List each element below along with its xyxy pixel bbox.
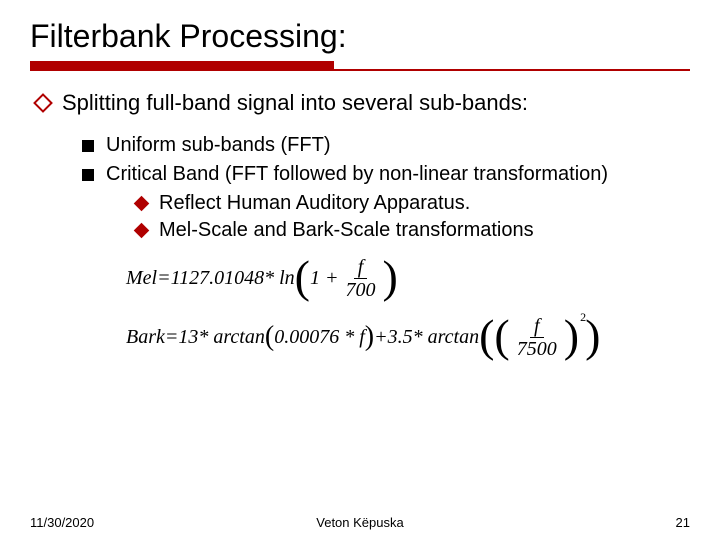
title-underline — [30, 61, 690, 71]
mel-coef: 1127.01048 — [171, 268, 265, 288]
bullet-l3a: Reflect Human Auditory Apparatus. — [136, 190, 690, 217]
footer-date: 11/30/2020 — [30, 515, 94, 530]
mel-fraction: f 700 — [342, 256, 380, 301]
bark-eq: = — [165, 327, 179, 347]
paren-close-icon: ) — [585, 318, 600, 355]
bark-t1-op: * arctan — [198, 327, 264, 347]
bullet-l2a-text: Uniform sub-bands (FFT) — [106, 132, 331, 159]
bark-plus: + — [374, 327, 388, 347]
bark-t2-op: * arctan — [413, 327, 479, 347]
bullet-l3b: Mel-Scale and Bark-Scale transformations — [136, 217, 690, 244]
footer-author: Veton Këpuska — [316, 515, 403, 530]
bark-t1-inner: 0.00076 * f — [274, 327, 365, 347]
bullet-l1: Splitting full-band signal into several … — [36, 89, 690, 118]
formula-bark: Bark = 13 * arctan ( 0.00076 * f ) + 3.5… — [126, 315, 690, 360]
mel-prefix: 1 + — [310, 268, 339, 288]
paren-open-icon: ( — [479, 318, 494, 355]
bullet-l3a-text: Reflect Human Auditory Apparatus. — [159, 190, 470, 217]
square-bullet-icon — [82, 140, 94, 152]
bark-t1-coef: 13 — [178, 327, 198, 347]
slide-footer: 11/30/2020 Veton Këpuska 21 — [0, 515, 720, 530]
formula-mel: Mel = 1127.01048 * ln ( 1 + f 700 ) — [126, 256, 690, 301]
paren-close-icon: ) — [564, 318, 579, 355]
footer-page: 21 — [676, 515, 690, 530]
bullet-l2b-text: Critical Band (FFT followed by non-linea… — [106, 161, 608, 188]
bullet-l3b-text: Mel-Scale and Bark-Scale transformations — [159, 217, 534, 244]
diamond-bullet-icon — [33, 93, 53, 113]
slide-title: Filterbank Processing: — [30, 18, 690, 55]
paren-open-icon: ( — [265, 326, 274, 348]
paren-close-icon: ) — [383, 259, 398, 296]
bullet-l1-text: Splitting full-band signal into several … — [62, 89, 528, 118]
diamond-bullet-icon — [134, 195, 150, 211]
paren-open-icon: ( — [295, 259, 310, 296]
mel-frac-den: 700 — [342, 279, 380, 301]
bark-lhs: Bark — [126, 327, 165, 347]
bark-t2-coef: 3.5 — [388, 327, 413, 347]
bark-frac-num: f — [530, 315, 544, 338]
square-bullet-icon — [82, 169, 94, 181]
bark-fraction: f 7500 — [513, 315, 561, 360]
bullet-l2b: Critical Band (FFT followed by non-linea… — [82, 161, 690, 188]
bark-frac-den: 7500 — [513, 338, 561, 360]
diamond-bullet-icon — [134, 222, 150, 238]
paren-close-icon: ) — [365, 326, 374, 348]
mel-op: * ln — [264, 268, 295, 288]
formulas: Mel = 1127.01048 * ln ( 1 + f 700 ) Bark… — [126, 256, 690, 360]
bullet-l2a: Uniform sub-bands (FFT) — [82, 132, 690, 159]
mel-eq: = — [157, 268, 171, 288]
paren-open-icon: ( — [494, 318, 509, 355]
mel-frac-num: f — [354, 256, 368, 279]
mel-lhs: Mel — [126, 268, 157, 288]
